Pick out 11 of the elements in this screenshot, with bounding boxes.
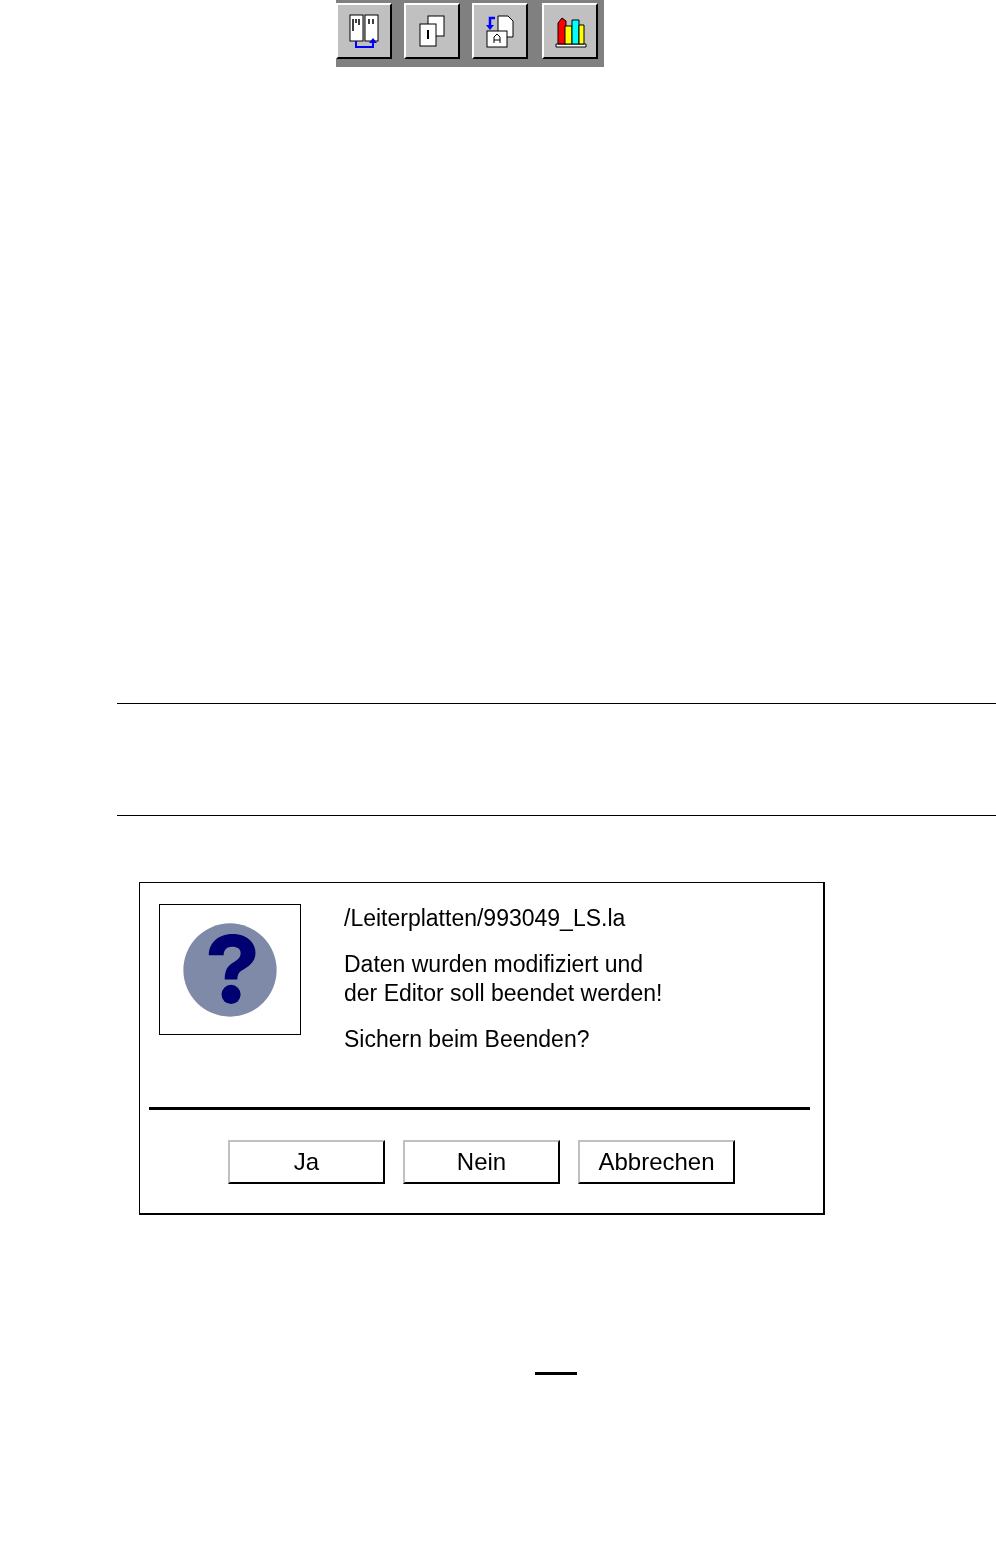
file-path: /Leiterplatten/993049_LS.la	[344, 904, 627, 933]
dialog-message: Daten wurden modifiziert und der Editor soll beendet werden!	[344, 950, 663, 1008]
dialog-button[interactable]: Ja	[228, 1140, 385, 1184]
dialog-question: Sichern beim Beenden?	[344, 1025, 591, 1054]
columns-button[interactable]	[336, 3, 392, 59]
dialog-button[interactable]: Nein	[403, 1140, 560, 1184]
dialog-button[interactable]: Abbrechen	[578, 1140, 735, 1184]
library-button[interactable]	[542, 3, 598, 59]
pages-button[interactable]	[404, 3, 460, 59]
replace-button[interactable]	[472, 3, 528, 59]
question-icon	[159, 904, 301, 1035]
